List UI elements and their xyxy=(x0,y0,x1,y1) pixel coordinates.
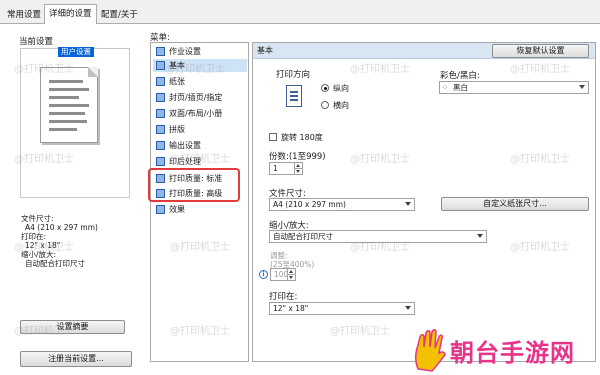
landscape-radio[interactable] xyxy=(321,101,329,109)
orientation-label: 打印方向 xyxy=(276,70,311,80)
custom-paper-size-button[interactable]: 自定义纸张尺寸... xyxy=(441,197,589,211)
finishing-icon xyxy=(156,157,165,166)
watermark: @打印机卫士 xyxy=(170,326,230,337)
menu-list: 作业设置 基本 纸张 封页/插页/指定 双面/布局/小册 拼版 输出设置 印后处… xyxy=(150,42,249,362)
chevron-down-icon xyxy=(405,306,411,310)
restore-defaults-button[interactable]: 恢复默认设置 xyxy=(492,44,589,58)
info-icon: i xyxy=(259,270,268,279)
watermark: @打印机卫士 xyxy=(14,154,74,165)
watermark: @打印机卫士 xyxy=(165,64,225,75)
menu-item-paper[interactable]: 纸张 xyxy=(153,75,247,88)
stepper-down-icon[interactable] xyxy=(294,169,302,175)
print-on-select-label: 打印在: xyxy=(269,292,298,302)
chevron-down-icon xyxy=(405,202,411,206)
watermark: @打印机卫士 xyxy=(350,242,410,253)
color-mode-label: 彩色/黑白: xyxy=(440,71,480,81)
section-title: 基本 xyxy=(257,46,273,55)
hand-logo-icon xyxy=(414,329,446,372)
user-settings-badge: 用户设置 xyxy=(58,47,94,57)
portrait-page-icon xyxy=(286,85,302,107)
doc-size-label: 文件尺寸: xyxy=(21,214,54,223)
watermark: @打印机卫士 xyxy=(330,326,390,337)
menu-item-duplex-layout[interactable]: 双面/布局/小册 xyxy=(153,107,247,120)
chevron-down-icon xyxy=(477,234,483,238)
highlight-box xyxy=(148,168,240,202)
copies-label: 份数:(1至999) xyxy=(269,152,326,162)
document-size-select[interactable]: A4 (210 x 297 mm) xyxy=(269,198,415,211)
tab-detailed-settings[interactable]: 详细的设置 xyxy=(44,4,97,25)
color-mode-icon: ⁘ xyxy=(442,83,449,92)
current-settings-label: 当前设置 xyxy=(19,37,54,47)
watermark: @打印机卫士 xyxy=(510,242,570,253)
brand-text: 朝台手游网 xyxy=(450,339,575,367)
watermark: @打印机卫士 xyxy=(350,154,410,165)
watermark: @打印机卫士 xyxy=(170,154,230,165)
brand-logo: 朝台手游网 xyxy=(404,327,600,375)
menu-item-imposition[interactable]: 拼版 xyxy=(153,123,247,136)
watermark: @打印机卫士 xyxy=(170,242,230,253)
print-on-select[interactable]: 12" x 18" xyxy=(269,302,415,315)
color-mode-select[interactable]: ⁘ 黑白 xyxy=(439,81,589,94)
register-current-settings-button[interactable]: 注册当前设置... xyxy=(20,351,132,367)
rotate-180-checkbox[interactable] xyxy=(269,133,277,141)
portrait-label: 纵向 xyxy=(333,84,349,93)
watermark: @打印机卫士 xyxy=(14,64,74,75)
rotate-180-label: 旋转 180度 xyxy=(281,133,323,142)
menu-item-job-settings[interactable]: 作业设置 xyxy=(153,45,247,58)
duplex-layout-icon xyxy=(156,109,165,118)
watermark: @打印机卫士 xyxy=(350,64,410,75)
page-preview-icon xyxy=(40,67,98,143)
basic-icon xyxy=(156,61,165,70)
chevron-down-icon xyxy=(579,85,585,89)
effects-icon xyxy=(156,205,165,214)
tab-common-settings[interactable]: 常用设置 xyxy=(2,6,46,24)
doc-size-value: A4 (210 x 297 mm) xyxy=(25,223,98,232)
imposition-icon xyxy=(156,125,165,134)
watermark: @打印机卫士 xyxy=(14,326,74,337)
menu-item-effects[interactable]: 效果 xyxy=(153,203,247,216)
menu-item-cover-insert[interactable]: 封页/插页/指定 xyxy=(153,91,247,104)
tab-bar: 常用设置 详细的设置 配置/关于 xyxy=(0,0,600,25)
cover-insert-icon xyxy=(156,93,165,102)
landscape-label: 横向 xyxy=(333,101,349,110)
output-icon xyxy=(156,141,165,150)
scale-value: 自动配合打印尺寸 xyxy=(25,259,85,268)
stepper-down-icon[interactable] xyxy=(287,275,295,281)
tab-config-about[interactable]: 配置/关于 xyxy=(96,6,143,24)
watermark: @打印机卫士 xyxy=(510,154,570,165)
copies-stepper[interactable]: 1 xyxy=(269,162,303,175)
paper-icon xyxy=(156,77,165,86)
portrait-radio[interactable] xyxy=(321,84,329,92)
job-settings-icon xyxy=(156,47,165,56)
watermark: @打印机卫士 xyxy=(14,242,74,253)
watermark: @打印机卫士 xyxy=(510,64,570,75)
zoom-stepper[interactable]: 100 xyxy=(270,268,296,281)
